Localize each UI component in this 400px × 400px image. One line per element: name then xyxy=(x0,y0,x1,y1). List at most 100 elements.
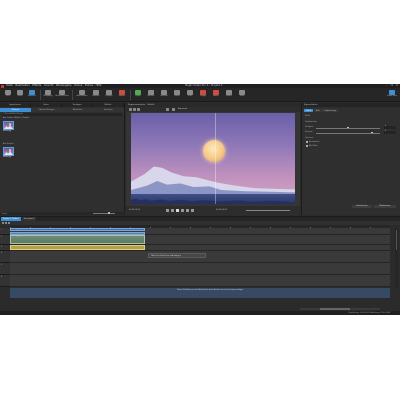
timeline-horizontal-scrollbar[interactable] xyxy=(300,308,380,310)
scrollbar-thumb[interactable] xyxy=(320,308,350,310)
contrast-handle[interactable] xyxy=(371,131,373,134)
grid-icon[interactable] xyxy=(166,108,169,111)
menu-item-file[interactable]: Datei xyxy=(6,84,13,87)
scrollbar-thumb[interactable] xyxy=(395,230,398,250)
razor-tool-icon[interactable] xyxy=(5,222,7,224)
zoom-select[interactable]: Anpassen xyxy=(178,108,187,110)
audio-clip[interactable]: Audio 1 xyxy=(10,245,145,250)
zoom-slider-track[interactable] xyxy=(93,213,115,214)
skip-forward-icon[interactable] xyxy=(191,209,194,212)
options-section-label: Optionen xyxy=(305,137,314,139)
track-header[interactable]: 2 xyxy=(0,235,10,245)
menu-item-edit[interactable]: Bearbeiten xyxy=(15,84,29,87)
timeline-tracks: 1 Mount.jpg 2 Mount.jpg (Video) 3 Audio … xyxy=(0,228,400,308)
group-button[interactable]: Gruppe xyxy=(197,89,209,101)
redo-button[interactable]: Wiederherstellen xyxy=(55,89,69,101)
menu-item-view[interactable]: Ansicht xyxy=(44,84,54,87)
track-header[interactable]: 6 xyxy=(0,275,10,287)
tab-templates[interactable]: Vorlagen xyxy=(62,103,93,107)
marker-button[interactable]: Marker xyxy=(210,89,222,101)
reset-button[interactable]: Zurücksetzen xyxy=(352,205,372,208)
preview-monitor: Programmmonitor Vollbild Anpassen 00:00:… xyxy=(126,103,300,215)
all-images-checkbox[interactable] xyxy=(306,145,308,147)
undo-button-label: Rückgängig xyxy=(43,95,53,97)
menu-item-playback[interactable]: Wiedergabe xyxy=(56,84,72,87)
preview-button[interactable]: Vorschau xyxy=(158,89,170,101)
copy-button[interactable]: Kopieren xyxy=(90,89,102,101)
export-video-icon xyxy=(389,90,395,95)
split-button[interactable]: Teilen xyxy=(184,89,196,101)
fullscreen-toggle[interactable]: Vollbild xyxy=(147,104,154,106)
zoom-slider-handle[interactable] xyxy=(108,212,110,215)
cut-button[interactable]: Ausschneiden xyxy=(76,89,88,101)
menu-item-help[interactable]: Hilfe xyxy=(96,84,102,87)
pointer-icon[interactable] xyxy=(129,108,132,111)
main-toolbar: Neu Öffnen Speichern Rückgängig Wiederhe… xyxy=(0,88,400,102)
undo-button[interactable]: Rückgängig xyxy=(42,89,54,101)
track-row[interactable] xyxy=(10,263,390,275)
snap-icon[interactable] xyxy=(8,222,10,224)
track-header[interactable]: 5 xyxy=(0,263,10,275)
apply-button[interactable]: Übernehmen xyxy=(374,205,396,208)
video-clip[interactable]: Mount.jpg (Video) xyxy=(10,235,145,244)
brightness-label: Helligkeit xyxy=(305,126,314,128)
menu-item-extras[interactable]: Extras xyxy=(85,84,93,87)
media-pool-panel: Importieren Fotos Vorlagen Effekte Datei… xyxy=(0,103,125,215)
subtab-objects[interactable]: Objekte/Vorlagen xyxy=(31,108,62,112)
subtab-favorites[interactable]: Favoriten xyxy=(93,108,124,112)
maximize-button[interactable]: ❐ xyxy=(390,84,392,87)
track-header[interactable]: 1 xyxy=(0,228,10,235)
export-video-button[interactable]: Export Video xyxy=(386,89,398,101)
new-button[interactable]: Neu xyxy=(2,89,14,101)
brightness-slider[interactable] xyxy=(316,127,380,129)
menu-item-effects[interactable]: Effekte xyxy=(32,84,41,87)
zoom-button[interactable]: Zoom xyxy=(236,89,248,101)
skip-back-icon[interactable] xyxy=(166,209,169,212)
step-forward-icon[interactable] xyxy=(186,209,189,212)
brightness-handle[interactable] xyxy=(347,126,349,129)
step-back-icon[interactable] xyxy=(171,209,174,212)
toolbar-divider xyxy=(72,90,73,100)
zoom-label: Zoom xyxy=(2,212,7,215)
auto-checkbox[interactable] xyxy=(306,141,308,143)
redo-button-label: Wiederherstellen xyxy=(55,95,69,97)
tab-image[interactable]: Bild xyxy=(314,109,322,112)
paste-button[interactable]: Einfügen xyxy=(103,89,115,101)
tab-video[interactable]: Video xyxy=(304,109,314,112)
tab-photos[interactable]: Fotos xyxy=(31,103,62,107)
select-tool-icon[interactable] xyxy=(2,222,4,224)
effects-button[interactable]: Effekte xyxy=(223,89,235,101)
project-thumbnail[interactable] xyxy=(3,147,14,156)
paste-button-label: Einfügen xyxy=(105,95,113,97)
delete-button[interactable]: Löschen xyxy=(116,89,128,101)
contrast-value[interactable]: 0 xyxy=(384,131,396,134)
tab-optimization[interactable]: Optimierung xyxy=(322,109,338,112)
track-drop-zone[interactable]: Ziehen Sie Medien aus dem Media Pool in … xyxy=(10,288,390,298)
stop-icon[interactable] xyxy=(181,209,184,212)
menu-item-online[interactable]: Online xyxy=(74,84,82,87)
burn-button[interactable]: Brennen xyxy=(145,89,157,101)
export-button[interactable]: Export xyxy=(132,89,144,101)
save-button[interactable]: Speichern xyxy=(26,89,38,101)
subtab-library[interactable]: Bibliothek xyxy=(62,108,93,112)
safe-area-icon[interactable] xyxy=(172,108,175,111)
open-button[interactable]: Öffnen xyxy=(14,89,26,101)
position-slider[interactable] xyxy=(246,210,290,211)
tab-effects[interactable]: Effekte xyxy=(93,103,124,107)
timeline-vertical-scrollbar[interactable] xyxy=(395,228,398,288)
track-header[interactable]: 4 xyxy=(0,251,10,263)
crop-icon[interactable] xyxy=(133,108,136,111)
close-button[interactable]: ✕ xyxy=(396,84,398,87)
track-row[interactable] xyxy=(10,275,390,287)
transport-bar: 00:00:00:00 00:00:05:00 xyxy=(126,206,300,215)
toolbar-divider xyxy=(40,90,41,100)
media-thumbnail[interactable] xyxy=(3,121,14,130)
path-input[interactable]: C:\Users\Bilder\Projekt xyxy=(2,112,122,116)
scissors-button[interactable]: Schnitt xyxy=(171,89,183,101)
subtab-files[interactable]: Dateien xyxy=(0,107,31,112)
play-icon[interactable] xyxy=(176,209,179,212)
tab-import[interactable]: Importieren xyxy=(0,103,31,107)
minimize-button[interactable]: – xyxy=(386,84,387,87)
brightness-value[interactable]: 0 xyxy=(384,126,396,129)
move-icon[interactable] xyxy=(137,108,140,111)
